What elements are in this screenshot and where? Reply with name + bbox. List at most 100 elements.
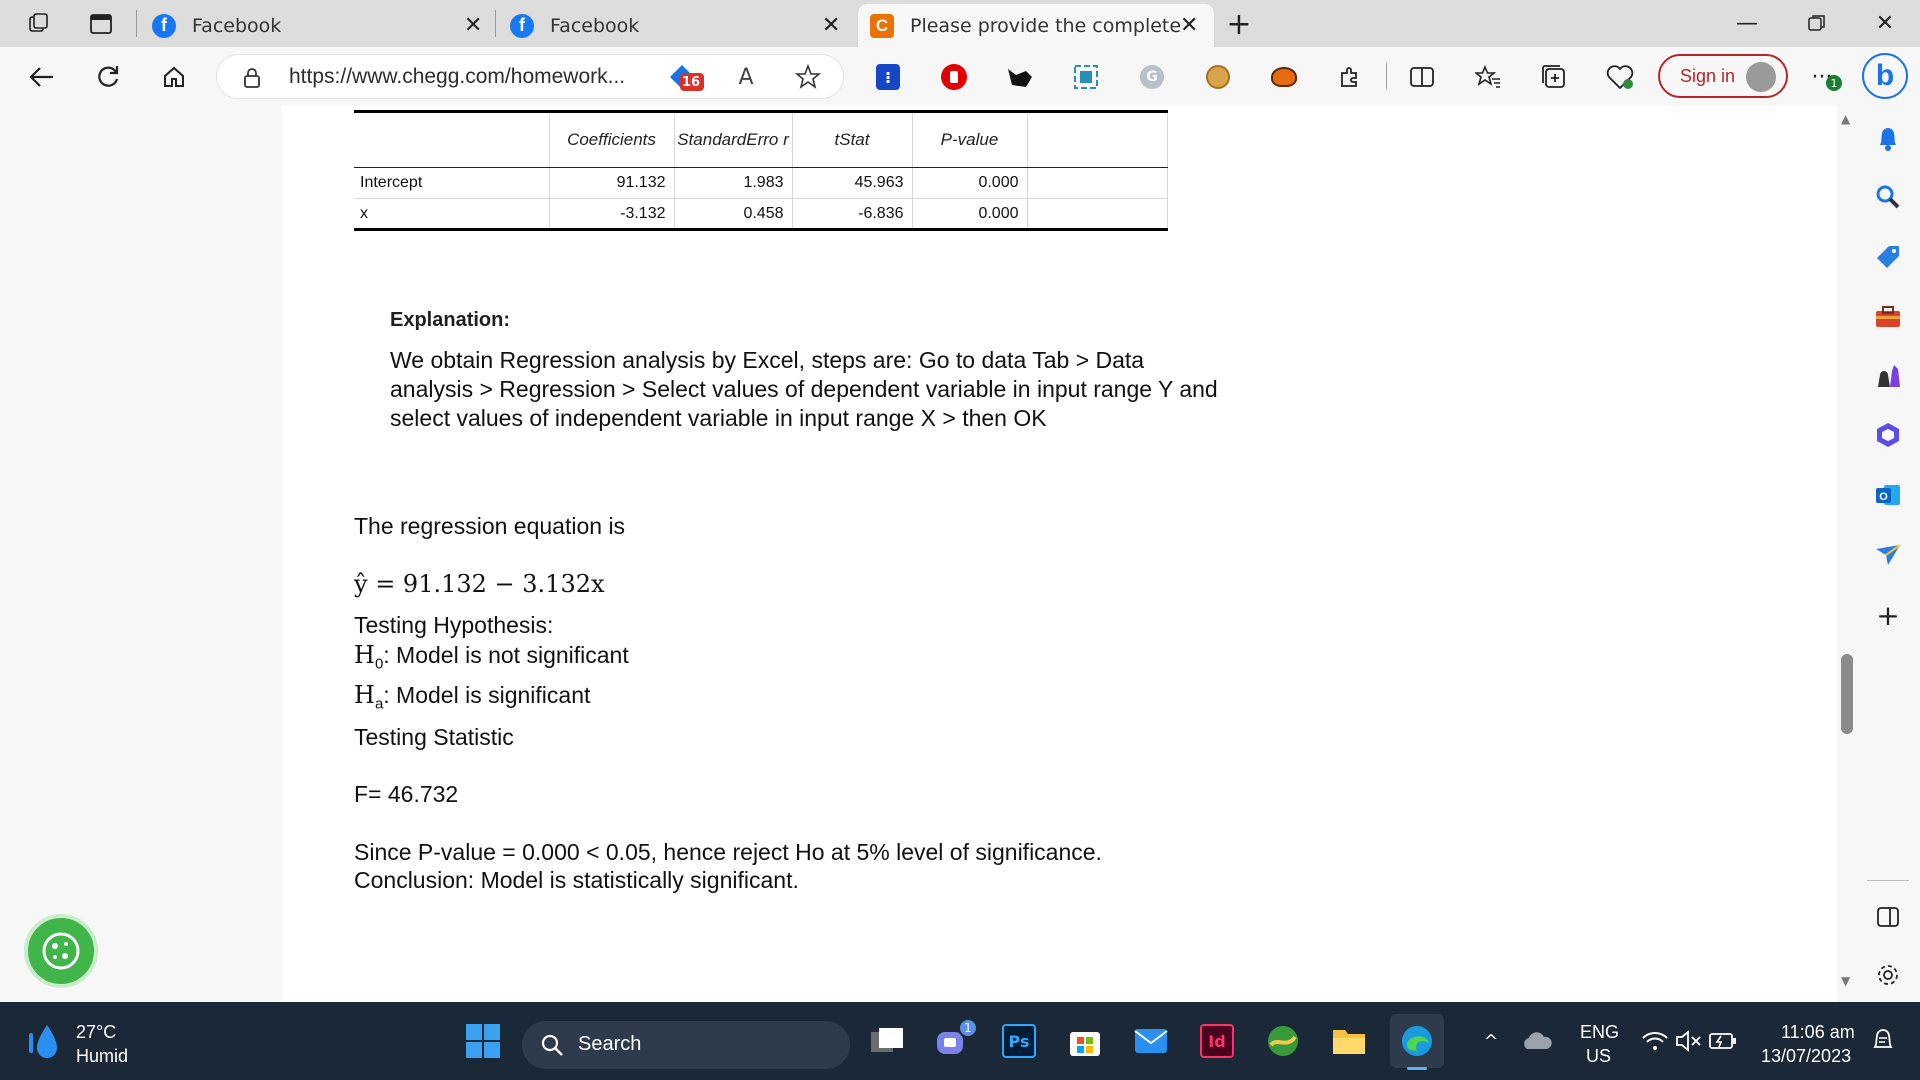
badge-count: 16 [682, 75, 701, 90]
home-button[interactable] [154, 57, 194, 97]
tracking-badge-icon[interactable]: 16 [664, 61, 708, 93]
table-cell: -6.836 [792, 198, 913, 230]
hide-sidebar-icon[interactable] [1873, 902, 1903, 932]
indesign-icon[interactable]: Id [1194, 1018, 1240, 1064]
collections-icon[interactable] [1538, 61, 1570, 93]
page-scrollbar[interactable]: ▲ ▼ [1837, 106, 1857, 1002]
lock-icon[interactable] [243, 67, 261, 93]
photoshop-label: Ps [1002, 1024, 1036, 1058]
extension-cat-icon[interactable] [1004, 61, 1036, 93]
mail-icon[interactable] [1128, 1018, 1174, 1064]
teams-chat-icon[interactable]: 1 [930, 1018, 978, 1064]
close-icon[interactable]: ✕ [1180, 13, 1198, 38]
favorite-star-icon[interactable] [792, 61, 824, 93]
tab-facebook-1[interactable]: f Facebook ✕ [152, 4, 492, 47]
add-sidebar-app-icon[interactable]: + [1873, 599, 1903, 632]
bing-copilot-button[interactable]: b [1862, 53, 1908, 99]
search-icon[interactable] [1873, 182, 1903, 212]
back-button[interactable] [22, 57, 62, 97]
edge-browser-icon[interactable] [1390, 1014, 1444, 1070]
alternative-hypothesis: Ha: Model is significant [354, 681, 590, 713]
tab-strip: f Facebook ✕ f Facebook ✕ C Please provi… [0, 0, 1920, 47]
cookie-extension-icon[interactable] [1202, 61, 1234, 93]
sidebar-settings-icon[interactable] [1873, 960, 1903, 990]
language-indicator-top[interactable]: ENG [1580, 1022, 1619, 1043]
weather-icon[interactable] [24, 1018, 64, 1064]
grammarly-icon[interactable]: G [1136, 61, 1168, 93]
chevron-up-icon[interactable]: ^ [1468, 1018, 1514, 1064]
workspaces-icon[interactable] [24, 9, 54, 39]
notification-badge: 1 [1826, 75, 1842, 91]
decision-text: Since P-value = 0.000 < 0.05, hence reje… [354, 839, 1102, 865]
close-window-button[interactable]: ✕ [1865, 6, 1905, 40]
restore-button[interactable] [1797, 6, 1837, 40]
battery-icon[interactable] [1700, 1018, 1746, 1064]
chegg-icon: C [870, 13, 894, 38]
toolbar-separator [1386, 63, 1387, 89]
close-icon[interactable]: ✕ [822, 13, 840, 38]
send-icon[interactable] [1873, 540, 1903, 570]
notification-center-icon[interactable] [1860, 1018, 1906, 1064]
table-cell: 45.963 [792, 167, 913, 199]
f-statistic: F= 46.732 [354, 781, 459, 807]
bell-icon[interactable] [1873, 124, 1903, 154]
split-screen-icon[interactable] [1406, 61, 1438, 93]
tab-separator [136, 10, 137, 37]
tools-briefcase-icon[interactable] [1873, 302, 1903, 332]
table-header [354, 111, 550, 168]
tab-chegg[interactable]: C Please provide the complete solu ✕ [858, 4, 1214, 47]
refresh-button[interactable] [88, 57, 128, 97]
table-row: x -3.132 0.458 -6.836 0.000 [354, 198, 1168, 230]
microsoft-365-icon[interactable] [1873, 420, 1903, 450]
extension-dictionary-icon[interactable]: ⁝ [872, 61, 904, 93]
read-aloud-icon[interactable]: A [730, 61, 762, 93]
photoshop-icon[interactable]: Ps [996, 1018, 1042, 1064]
weather-temperature[interactable]: 27°C [76, 1022, 116, 1043]
scroll-up-icon[interactable]: ▲ [1841, 112, 1850, 126]
favorites-icon[interactable] [1472, 61, 1504, 93]
navigation-toolbar: https://www.chegg.com/homework... 16 A ⁝… [0, 47, 1920, 106]
task-view-icon[interactable] [864, 1018, 910, 1064]
page-content: Coefficients StandardErro r tStat P-valu… [282, 106, 1837, 1002]
onedrive-icon[interactable] [1514, 1018, 1560, 1064]
tab-facebook-2[interactable]: f Facebook ✕ [510, 4, 850, 47]
more-options-icon[interactable]: ··· 1 [1806, 61, 1842, 93]
games-chess-icon[interactable] [1873, 360, 1903, 390]
maps-app-icon[interactable] [1260, 1018, 1306, 1064]
table-header: tStat [792, 111, 913, 168]
start-windows-icon[interactable] [460, 1018, 506, 1064]
conclusion-text: Conclusion: Model is statistically signi… [354, 867, 799, 893]
testing-statistic-label: Testing Statistic [354, 724, 514, 750]
table-header: P-value [912, 111, 1028, 168]
tab-title: Please provide the complete solu [910, 14, 1180, 37]
clock-date[interactable]: 13/07/2023 [1761, 1046, 1851, 1067]
close-icon[interactable]: ✕ [464, 13, 482, 38]
regression-coefficients-table: Coefficients StandardErro r tStat P-valu… [354, 110, 1168, 231]
h0-text: : Model is not significant [383, 642, 629, 668]
scroll-down-icon[interactable]: ▼ [1841, 974, 1850, 988]
table-cell: 91.132 [549, 167, 675, 199]
extension-bug-icon[interactable] [1268, 61, 1300, 93]
file-explorer-icon[interactable] [1326, 1018, 1372, 1064]
indesign-label: Id [1200, 1024, 1234, 1058]
shopping-tag-icon[interactable] [1873, 242, 1903, 272]
minimize-button[interactable]: — [1727, 6, 1767, 40]
svg-text:O: O [1879, 491, 1888, 503]
vertical-tabs-icon[interactable] [86, 9, 116, 39]
table-cell: 0.000 [912, 198, 1028, 230]
extensions-puzzle-icon[interactable] [1334, 61, 1366, 93]
url-text[interactable]: https://www.chegg.com/homework... [289, 65, 625, 89]
taskbar-search[interactable]: Search [522, 1021, 850, 1069]
adblock-icon[interactable] [938, 61, 970, 93]
clock-time[interactable]: 11:06 am [1781, 1022, 1855, 1043]
weather-description[interactable]: Humid [76, 1046, 128, 1067]
cookie-settings-button[interactable] [24, 914, 98, 988]
scrollbar-thumb[interactable] [1841, 654, 1853, 734]
language-indicator-bottom[interactable]: US [1586, 1046, 1611, 1067]
outlook-icon[interactable]: O [1873, 480, 1903, 510]
browser-essentials-icon[interactable] [1604, 61, 1636, 93]
screenshot-extension-icon[interactable] [1070, 61, 1102, 93]
microsoft-store-icon[interactable] [1062, 1018, 1108, 1064]
new-tab-button[interactable]: + [1224, 7, 1254, 42]
sign-in-button[interactable]: Sign in [1658, 54, 1788, 98]
